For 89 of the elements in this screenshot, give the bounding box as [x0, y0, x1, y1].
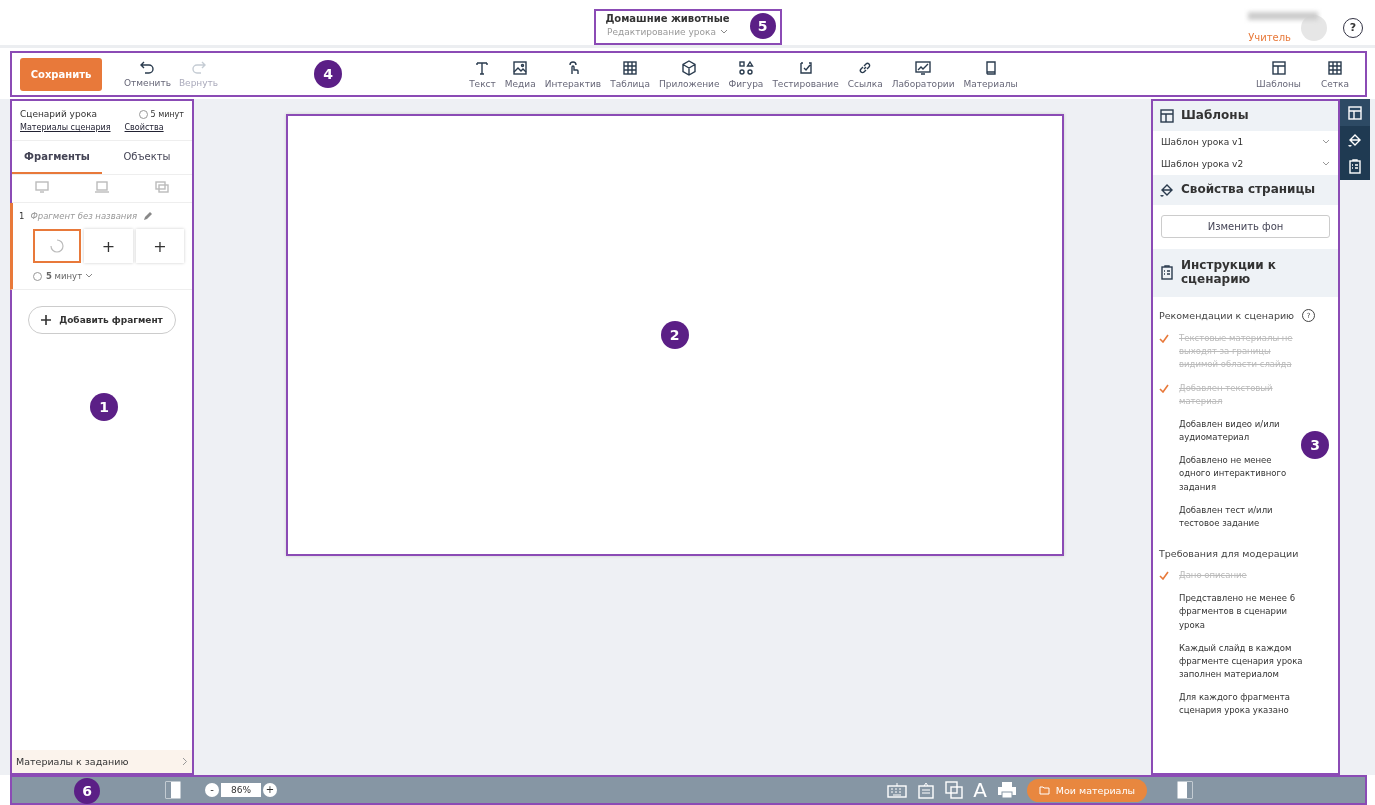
toolbar-button[interactable]: Таблица: [606, 59, 654, 89]
windows-icon: [154, 179, 170, 195]
template-dropdown[interactable]: Шаблон урока v1: [1153, 131, 1338, 153]
panel-toggle-icon[interactable]: [165, 781, 181, 799]
chevron-down-icon: [1322, 139, 1330, 145]
templates-icon: [1347, 104, 1363, 121]
chevron-right-icon: [182, 757, 188, 766]
printer-icon[interactable]: [996, 781, 1017, 799]
toolbar-button[interactable]: Тестирование: [768, 59, 843, 89]
toolbar-button[interactable]: Лаборатории: [887, 59, 959, 89]
test-icon: [797, 59, 814, 76]
checklist-item: Каждый слайд в каждом фрагменте сценария урока заполнен материалом: [1179, 641, 1304, 682]
section-title: Инструкции к сценарию: [1181, 259, 1277, 287]
blurred-name: [1248, 12, 1319, 20]
checklist-item: Дано описание: [1179, 569, 1248, 583]
checklist-item: Добавлено не менее одного интерактивного задания: [1179, 454, 1288, 494]
undo-button[interactable]: Отменить: [120, 60, 175, 88]
checklist-icon: [1159, 265, 1175, 281]
toolbar-button[interactable]: Сетка: [1317, 59, 1353, 89]
shape-icon: [737, 59, 754, 76]
zoom-value: 86%: [221, 783, 261, 797]
checklist-item: Добавлен видео и/или аудиоматериал: [1179, 417, 1281, 445]
lesson-title: Домашние животные: [605, 13, 730, 24]
tab[interactable]: Фрагменты: [12, 141, 102, 174]
checklist-icon: [1347, 158, 1363, 175]
template-dropdown[interactable]: Шаблон урока v2: [1153, 153, 1338, 175]
toolbar-button[interactable]: Ссылка: [843, 59, 887, 89]
zoom-in-button[interactable]: +: [263, 783, 277, 797]
plus-icon: [41, 315, 52, 325]
slide-canvas[interactable]: 2: [285, 114, 1064, 556]
zoom-out-button[interactable]: -: [205, 783, 219, 797]
callout-badge: 3: [1301, 431, 1329, 459]
change-background-button[interactable]: Изменить фон: [1161, 215, 1330, 238]
panel-toggle-icon[interactable]: [1177, 781, 1193, 799]
toolbar-button[interactable]: Фигура: [724, 59, 768, 89]
desktop-icon: [34, 179, 50, 195]
toolbar-button[interactable]: Приложение: [654, 59, 724, 89]
checklist-item: Добавлен текстовый материал: [1179, 381, 1274, 408]
pencil-icon[interactable]: [143, 211, 154, 221]
toolbar-button[interactable]: Медиа: [500, 59, 540, 89]
duration-dropdown[interactable]: 5 минут: [46, 271, 93, 281]
grid-icon: [1327, 59, 1343, 76]
fragment-card[interactable]: 1 Фрагмент без названия + + 5 минут: [10, 203, 192, 290]
chevron-down-icon: [1322, 161, 1330, 167]
spinner-icon: [50, 239, 65, 253]
task-materials-row[interactable]: Материалы к заданию: [12, 750, 192, 773]
checklist-item: Для каждого фрагмента сценария урока указано: [1179, 691, 1292, 718]
callout-badge: 2: [660, 321, 689, 349]
section-title: Свойства страницы: [1181, 183, 1316, 197]
redo-icon: [190, 60, 207, 75]
slide-thumbnail[interactable]: +: [135, 229, 184, 263]
copy-icon[interactable]: [945, 781, 964, 799]
duration-label: 5 минут: [150, 109, 184, 119]
laptop-icon: [94, 179, 110, 195]
chevron-down-icon: [719, 29, 728, 35]
templates-icon: [1270, 59, 1287, 76]
link[interactable]: Материалы сценария: [20, 123, 111, 132]
callout-badge: 5: [749, 13, 776, 39]
tab[interactable]: Объекты: [102, 141, 192, 174]
templates-icon: [1159, 108, 1175, 124]
slide-thumbnail[interactable]: [33, 229, 82, 263]
clipboard-icon[interactable]: [917, 781, 936, 799]
chevron-down-icon: [84, 273, 93, 279]
scenario-label: Сценарий урока: [20, 109, 98, 119]
link[interactable]: Свойства: [124, 123, 164, 132]
group-title: Требования для модерации: [1159, 548, 1299, 560]
media-icon: [512, 59, 529, 76]
user-role: Учитель: [1248, 32, 1291, 43]
checklist-item: Текстовые материалы не выходят за границы видимой области слайда: [1179, 332, 1294, 372]
callout-badge: 6: [74, 778, 100, 804]
undo-icon: [139, 60, 156, 75]
toolbar-button[interactable]: Шаблоны: [1252, 59, 1305, 89]
checklist-item: Представлено не менее 6 фрагментов в сценарии урока: [1179, 592, 1297, 632]
toolbar-button[interactable]: Интерактив: [540, 59, 606, 89]
keyboard-icon[interactable]: [887, 782, 908, 798]
side-tab[interactable]: [1340, 99, 1370, 126]
table-icon: [622, 59, 639, 76]
group-title: Рекомендации к сценарию: [1159, 310, 1295, 321]
callout-badge: 1: [90, 393, 118, 421]
text-icon: [474, 59, 491, 76]
fragment-number: 1: [19, 211, 25, 221]
toolbar-button[interactable]: Текст: [465, 59, 500, 89]
section-title: Шаблоны: [1181, 109, 1249, 123]
callout-badge: 4: [314, 60, 342, 88]
slide-thumbnail[interactable]: +: [84, 229, 133, 263]
checklist-item: Добавлен тест и/или тестовое задание: [1179, 503, 1274, 530]
toolbar-button[interactable]: Материалы: [959, 59, 1022, 89]
folder-icon: [1038, 785, 1050, 795]
fragment-name: Фрагмент без названия: [30, 211, 138, 221]
